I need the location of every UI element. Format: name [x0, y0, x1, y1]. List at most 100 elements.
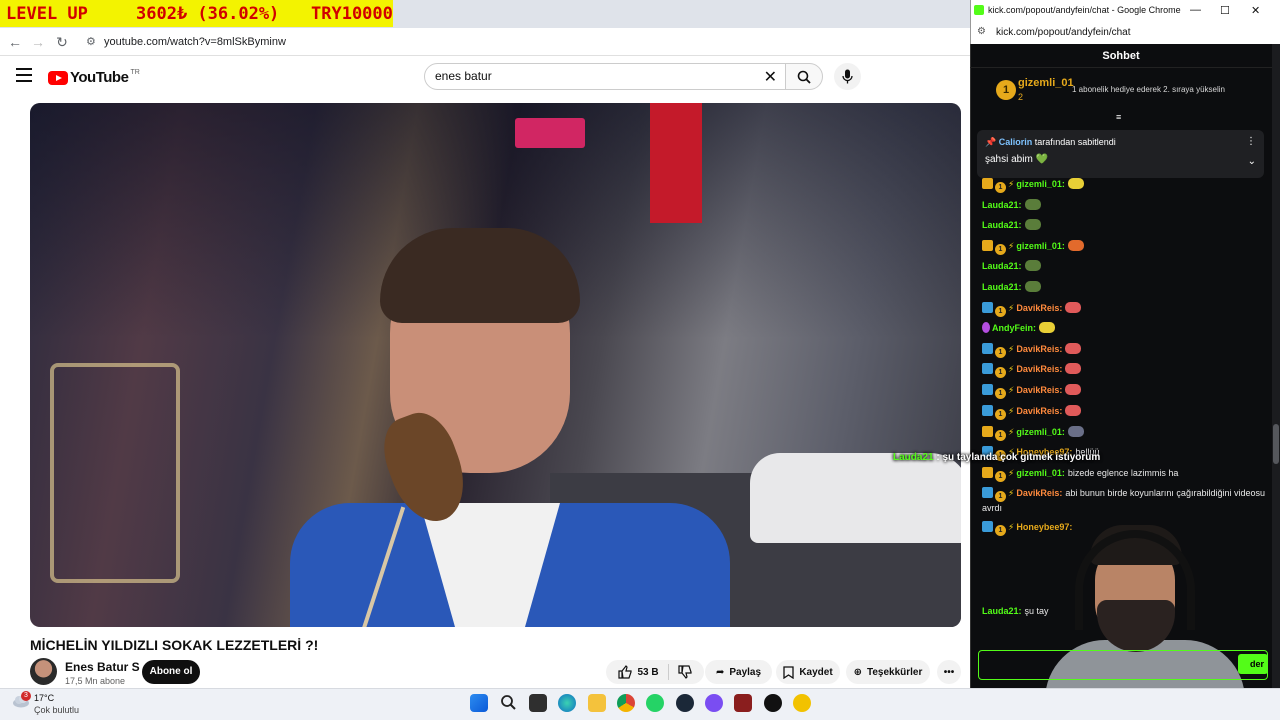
crown-badge-icon	[982, 426, 993, 437]
bolt-badge-icon: ⚡	[1008, 364, 1015, 374]
chat-message: 1 ⚡ DavikReis:	[982, 363, 1267, 378]
chat-username[interactable]: gizemli_01:	[1016, 427, 1065, 437]
more-options-icon[interactable]: ⋮	[1246, 136, 1256, 147]
clear-search-icon[interactable]: ✕	[764, 67, 777, 87]
send-button[interactable]: der	[1238, 654, 1268, 674]
chat-username[interactable]: gizemli_01:	[1016, 468, 1065, 478]
search-box[interactable]: ✕	[424, 63, 786, 90]
weather-description[interactable]: Çok bulutlu	[34, 705, 79, 715]
og-badge-icon	[982, 363, 993, 374]
search-input[interactable]	[435, 69, 755, 83]
chat-username[interactable]: DavikReis:	[1016, 303, 1062, 313]
chat-username[interactable]: gizemli_01:	[1016, 241, 1065, 251]
url-text[interactable]: youtube.com/watch?v=8mlSkByminw	[104, 36, 286, 48]
level-badge-icon: 1	[995, 182, 1006, 193]
task-view-icon[interactable]	[529, 694, 547, 712]
bolt-badge-icon: ⚡	[1008, 179, 1015, 189]
obs-icon[interactable]	[764, 694, 782, 712]
bolt-badge-icon: ⚡	[1008, 241, 1015, 251]
taskbar	[0, 688, 1280, 720]
reload-icon[interactable]: ↻	[53, 34, 71, 51]
gifter-note: 1 abonelik hediye ederek 2. sıraya yükse…	[1072, 85, 1225, 94]
og-badge-icon	[982, 384, 993, 395]
more-actions-button[interactable]: •••	[937, 660, 961, 684]
save-button[interactable]: Kaydet	[776, 660, 840, 684]
chat-username[interactable]: Lauda21:	[982, 200, 1022, 210]
og-badge-icon	[982, 405, 993, 416]
og-badge-icon	[982, 487, 993, 498]
chat-username[interactable]: Lauda21:	[982, 282, 1022, 292]
bolt-badge-icon: ⚡	[1008, 385, 1015, 395]
emote-icon	[1067, 426, 1084, 437]
pinned-by: 📌 Caliorin tarafından sabitlendi	[985, 137, 1116, 148]
chat-message: 1 ⚡ gizemli_01: bizede eglence lazimmis ha	[982, 467, 1267, 482]
pinned-by-suffix: tarafından sabitlendi	[1034, 137, 1116, 147]
like-count[interactable]: 53 B	[637, 667, 658, 678]
chat-username[interactable]: Lauda21:	[982, 220, 1022, 230]
minimize-button[interactable]: —	[1190, 4, 1201, 16]
channel-avatar[interactable]	[30, 658, 57, 685]
crown-badge-icon	[982, 178, 993, 189]
channel-name[interactable]: Enes Batur S	[65, 660, 140, 674]
chat-username[interactable]: DavikReis:	[1016, 385, 1062, 395]
thumbs-down-icon[interactable]	[677, 665, 692, 679]
caption-text: : şu taylanda çok gitmek istiyorum	[933, 452, 1101, 463]
whatsapp-icon[interactable]	[646, 694, 664, 712]
microphone-icon	[842, 69, 853, 84]
search-taskbar-icon[interactable]	[500, 694, 518, 712]
steam-icon[interactable]	[676, 694, 694, 712]
chat-username[interactable]: DavikReis:	[1016, 488, 1062, 498]
pinned-by-user: Caliorin	[998, 137, 1033, 147]
pinned-message[interactable]: 📌 Caliorin tarafından sabitlendi şahsi a…	[977, 130, 1264, 178]
chrome-icon[interactable]	[617, 694, 635, 712]
menu-icon[interactable]	[16, 68, 32, 82]
youtube-play-icon	[48, 70, 68, 85]
super-thanks-icon: ⊕	[853, 666, 862, 678]
site-info-icon[interactable]: ⚙	[86, 35, 96, 48]
chat-window-title: kick.com/popout/andyfein/chat - Google C…	[988, 5, 1181, 15]
app-icon[interactable]	[734, 694, 752, 712]
kick-favicon-icon	[974, 5, 984, 15]
donation-goal-banner: LEVEL UP 3602₺ (36.02%) TRY10000	[0, 0, 393, 27]
file-explorer-icon[interactable]	[588, 694, 606, 712]
weather-temperature[interactable]: 17°C	[34, 693, 54, 703]
maximize-button[interactable]: ☐	[1220, 4, 1230, 17]
voice-search-button[interactable]	[834, 63, 861, 90]
chat-username[interactable]: DavikReis:	[1016, 344, 1062, 354]
og-badge-icon	[982, 343, 993, 354]
forward-icon[interactable]: →	[29, 34, 47, 50]
emote-icon	[1065, 405, 1082, 416]
thanks-button[interactable]: ⊕ Teşekkürler	[846, 660, 930, 684]
chat-username[interactable]: Lauda21:	[982, 261, 1022, 271]
bolt-badge-icon: ⚡	[1008, 427, 1015, 437]
chevron-down-icon[interactable]: ⌄	[1248, 156, 1256, 167]
emote-icon	[1024, 199, 1041, 210]
subscribe-button[interactable]: Abone ol	[142, 660, 200, 684]
thumbs-up-icon[interactable]	[618, 665, 633, 679]
youtube-logo[interactable]: YouTube TR	[48, 69, 140, 86]
top-gifter-card[interactable]: 1 gizemli_01 2 1 abonelik hediye ederek …	[978, 74, 1268, 110]
chat-username[interactable]: DavikReis:	[1016, 406, 1062, 416]
share-button[interactable]: ➦ Paylaş	[705, 660, 772, 684]
app-icon-yellow[interactable]	[793, 694, 811, 712]
back-icon[interactable]: ←	[6, 34, 24, 50]
video-player[interactable]	[30, 103, 961, 627]
chat-url-text[interactable]: kick.com/popout/andyfein/chat	[996, 27, 1131, 38]
chat-username[interactable]: AndyFein:	[992, 323, 1036, 333]
close-button[interactable]: ✕	[1251, 4, 1260, 17]
search-button[interactable]	[785, 63, 823, 90]
discord-icon[interactable]	[705, 694, 723, 712]
site-settings-icon[interactable]: ⚙	[977, 26, 986, 37]
level-badge-icon: 1	[995, 409, 1006, 420]
share-label: Paylaş	[729, 666, 762, 678]
chat-username[interactable]: gizemli_01:	[1016, 179, 1065, 189]
chat-input[interactable]	[978, 650, 1268, 680]
start-icon[interactable]	[470, 694, 488, 712]
chat-username[interactable]: DavikReis:	[1016, 364, 1062, 374]
emote-icon	[1065, 384, 1082, 395]
level-badge-icon: 1	[995, 388, 1006, 399]
pin-icon: 📌	[985, 137, 999, 147]
filter-icon[interactable]: ≡	[1116, 112, 1121, 122]
chat-message: 1 ⚡ DavikReis:	[982, 343, 1267, 358]
edge-icon[interactable]	[558, 694, 576, 712]
